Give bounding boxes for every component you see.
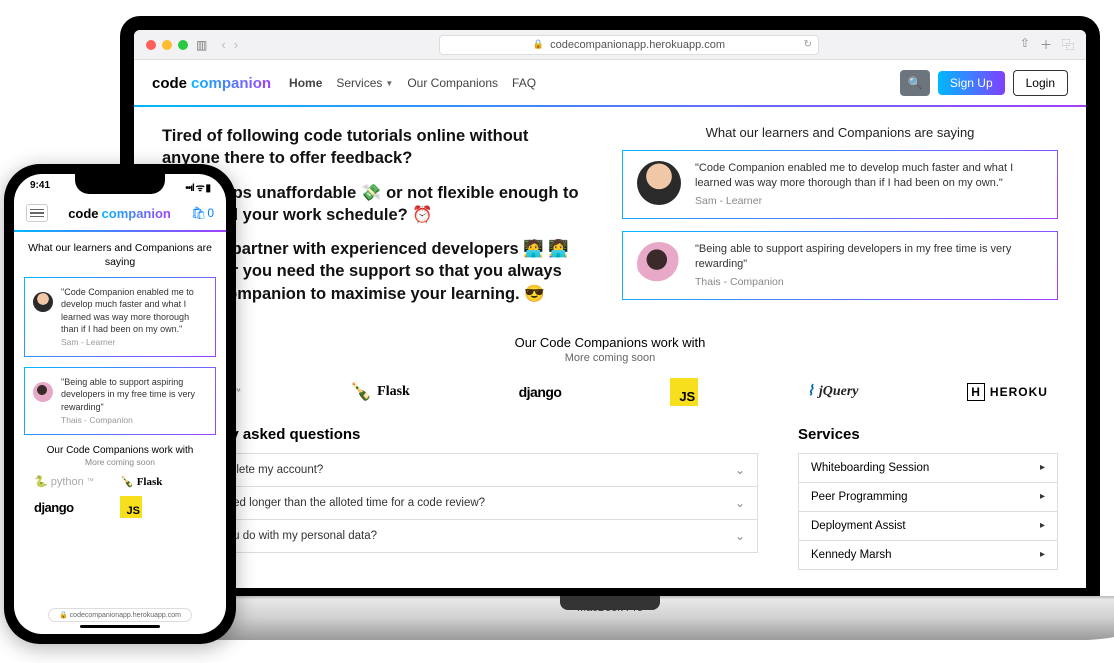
service-item[interactable]: Deployment Assist▸ (798, 512, 1058, 541)
signup-button[interactable]: Sign Up (938, 71, 1005, 95)
laptop-mockup: ▥ ‹ › 🔒 codecompanionapp.herokuapp.com ↻… (120, 0, 1100, 640)
traffic-lights (146, 40, 188, 50)
testimonial-card: "Code Companion enabled me to develop mu… (622, 150, 1058, 219)
nav-faq[interactable]: FAQ (512, 76, 536, 90)
menu-icon[interactable] (26, 204, 48, 222)
status-time: 9:41 (30, 180, 50, 194)
jquery-logo: ⌇jQuery (807, 383, 859, 400)
sidebar-toggle-icon[interactable]: ▥ (196, 38, 207, 52)
cart-icon: 🛍 (191, 206, 206, 220)
testimonials-heading: What our learners and Companions are say… (622, 125, 1058, 140)
testimonial-text: "Code Companion enabled me to develop mu… (61, 286, 207, 335)
faq-section: Frequently asked questions How do I dele… (162, 426, 758, 570)
cart-count: 0 (207, 206, 214, 220)
nav-companions[interactable]: Our Companions (407, 76, 498, 90)
avatar (33, 382, 53, 402)
hero-line-1: Tired of following code tutorials online… (162, 125, 582, 170)
search-button[interactable]: 🔍 (900, 70, 930, 96)
chevron-down-icon: ⌄ (735, 529, 745, 543)
url-bar[interactable]: 🔒 codecompanionapp.herokuapp.com ↻ (439, 35, 819, 55)
login-button[interactable]: Login (1013, 70, 1068, 96)
phone-footer: 🔒 codecompanionapp.herokuapp.com (14, 604, 226, 628)
nav-home[interactable]: Home (289, 76, 322, 90)
logos-subheading: More coming soon (24, 457, 216, 467)
search-icon: 🔍 (907, 76, 922, 90)
main-nav: Home Services ▼ Our Companions FAQ (289, 76, 536, 90)
maximize-window-icon[interactable] (178, 40, 188, 50)
forward-icon[interactable]: › (234, 37, 238, 52)
faq-item[interactable]: How do I delete my account?⌄ (162, 453, 758, 487)
service-item[interactable]: Whiteboarding Session▸ (798, 453, 1058, 483)
heroku-logo: HHEROKU (967, 383, 1048, 401)
logos-heading: Our Code Companions work with (162, 335, 1058, 350)
testimonial-author: Thais - Companion (61, 415, 207, 426)
avatar (33, 292, 53, 312)
phone-notch (75, 174, 165, 194)
logos-heading: Our Code Companions work with (24, 445, 216, 456)
faq-item[interactable]: What do you do with my personal data?⌄ (162, 520, 758, 553)
logos-subheading: More coming soon (162, 352, 1058, 364)
testimonials-heading: What our learners and Companions are say… (24, 242, 216, 269)
services-section: Services Whiteboarding Session▸ Peer Pro… (798, 426, 1058, 570)
phone-body: What our learners and Companions are say… (14, 232, 226, 634)
app-body: Tired of following code tutorials online… (134, 107, 1086, 588)
chevron-down-icon: ⌄ (735, 496, 745, 510)
faq-heading: Frequently asked questions (162, 426, 758, 443)
tech-logos-section: Our Code Companions work with More comin… (162, 335, 1058, 406)
phone-url-bar[interactable]: 🔒 codecompanionapp.herokuapp.com (48, 608, 192, 622)
app-header: code companion Home Services ▼ Our Compa… (134, 60, 1086, 105)
testimonial-author: Sam - Learner (61, 337, 207, 348)
chevron-down-icon: ▼ (385, 79, 393, 88)
testimonial-card: "Being able to support aspiring develope… (24, 367, 216, 435)
brand-logo[interactable]: code companion (152, 75, 271, 92)
lock-icon: 🔒 (533, 39, 544, 50)
chevron-down-icon: ⌄ (735, 463, 745, 477)
chevron-right-icon: ▸ (1040, 520, 1045, 531)
chevron-right-icon: ▸ (1040, 549, 1045, 560)
url-text: codecompanionapp.herokuapp.com (550, 39, 725, 51)
django-logo: django (519, 384, 562, 400)
share-icon[interactable]: ⇧ (1020, 36, 1030, 53)
testimonial-text: "Being able to support aspiring develope… (695, 242, 1043, 272)
nav-services[interactable]: Services ▼ (336, 76, 393, 90)
js-logo: JS (120, 496, 206, 518)
status-indicators: ••ıl ᯤ ▮ (185, 180, 210, 194)
avatar (637, 242, 681, 286)
close-window-icon[interactable] (146, 40, 156, 50)
flask-logo: 🍾Flask (120, 475, 206, 488)
refresh-icon[interactable]: ↻ (804, 39, 812, 50)
avatar (637, 161, 681, 205)
chevron-right-icon: ▸ (1040, 462, 1045, 473)
chevron-right-icon: ▸ (1040, 491, 1045, 502)
browser-toolbar: ▥ ‹ › 🔒 codecompanionapp.herokuapp.com ↻… (134, 30, 1086, 60)
django-logo: django (34, 496, 120, 518)
phone-screen: 9:41 ••ıl ᯤ ▮ code companion 🛍0 What our… (14, 174, 226, 634)
testimonial-card: "Being able to support aspiring develope… (622, 231, 1058, 300)
cart-button[interactable]: 🛍0 (191, 206, 214, 220)
tabs-overview-icon[interactable]: ⿻ (1062, 36, 1074, 53)
laptop-screen: ▥ ‹ › 🔒 codecompanionapp.herokuapp.com ↻… (134, 30, 1086, 588)
testimonial-card: "Code Companion enabled me to develop mu… (24, 277, 216, 357)
phone-mockup: 9:41 ••ıl ᯤ ▮ code companion 🛍0 What our… (4, 164, 236, 644)
services-heading: Services (798, 426, 1058, 443)
home-indicator[interactable] (80, 625, 160, 628)
lock-icon: 🔒 (59, 612, 68, 619)
testimonials: What our learners and Companions are say… (622, 125, 1058, 317)
service-item[interactable]: Kennedy Marsh▸ (798, 541, 1058, 570)
phone-header: code companion 🛍0 (14, 194, 226, 230)
service-item[interactable]: Peer Programming▸ (798, 483, 1058, 512)
python-logo: 🐍python™ (34, 475, 120, 488)
minimize-window-icon[interactable] (162, 40, 172, 50)
brand-logo[interactable]: code companion (56, 206, 183, 221)
new-tab-icon[interactable]: ＋ (1040, 36, 1052, 53)
testimonial-author: Thais - Companion (695, 275, 1043, 289)
back-icon[interactable]: ‹ (221, 37, 225, 52)
js-logo: JS (670, 378, 698, 406)
testimonial-author: Sam - Learner (695, 194, 1043, 208)
laptop-bezel: ▥ ‹ › 🔒 codecompanionapp.herokuapp.com ↻… (120, 16, 1100, 596)
testimonial-text: "Code Companion enabled me to develop mu… (695, 161, 1043, 191)
faq-item[interactable]: What if I need longer than the alloted t… (162, 487, 758, 520)
flask-logo: 🍾Flask (350, 381, 410, 402)
testimonial-text: "Being able to support aspiring develope… (61, 376, 207, 412)
